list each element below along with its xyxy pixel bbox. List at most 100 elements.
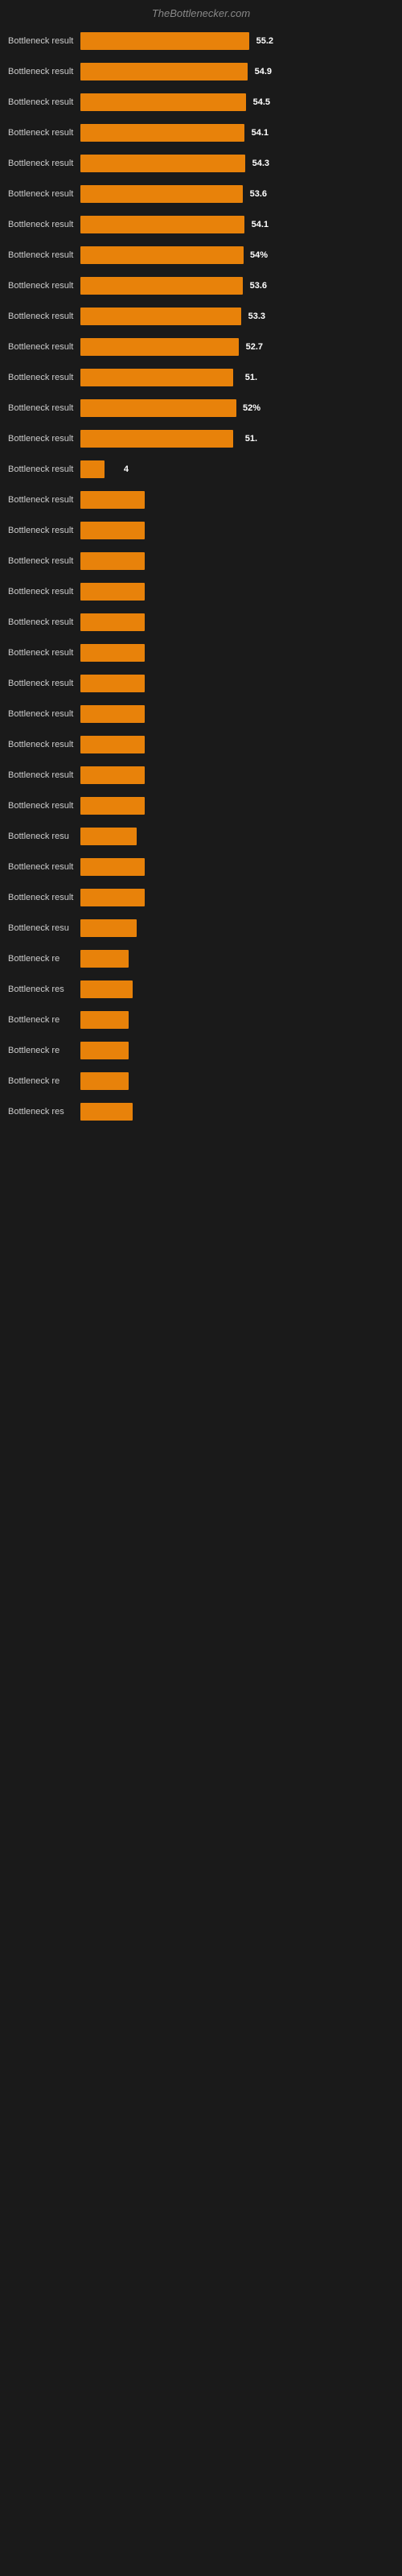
bar-label: Bottleneck result <box>8 617 80 627</box>
bar-fill <box>80 736 145 753</box>
bar-row: Bottleneck result54.5 <box>8 93 394 111</box>
page-header: TheBottlenecker.com <box>0 0 402 24</box>
bar-value: 52% <box>243 403 260 413</box>
bar-wrapper <box>80 858 394 876</box>
bar-row: Bottleneck result <box>8 583 394 601</box>
bar-spacer <box>8 972 394 980</box>
bar-spacer <box>8 667 394 675</box>
bar-wrapper <box>80 1042 394 1059</box>
bar-spacer <box>8 391 394 399</box>
bar-wrapper: 53.3 <box>80 308 394 325</box>
bar-fill: 53.3 <box>80 308 241 325</box>
bar-label: Bottleneck result <box>8 36 80 46</box>
bar-value: 53.6 <box>250 281 267 291</box>
bar-spacer <box>8 85 394 93</box>
bar-wrapper <box>80 766 394 784</box>
bar-label: Bottleneck result <box>8 312 80 321</box>
bar-label: Bottleneck result <box>8 862 80 872</box>
bar-wrapper <box>80 736 394 753</box>
bar-fill <box>80 552 145 570</box>
bar-label: Bottleneck result <box>8 220 80 229</box>
bar-value: 54.1 <box>252 220 269 229</box>
bar-fill: 54.1 <box>80 216 244 233</box>
bar-spacer <box>8 942 394 950</box>
bar-spacer <box>8 789 394 797</box>
bar-spacer <box>8 1095 394 1103</box>
bar-fill <box>80 766 145 784</box>
bar-fill: 53.6 <box>80 277 243 295</box>
bar-fill: 4 <box>80 460 105 478</box>
bar-fill <box>80 980 133 998</box>
bar-label: Bottleneck result <box>8 740 80 749</box>
chart-container: Bottleneck result55.2Bottleneck result54… <box>0 24 402 1133</box>
bar-row: Bottleneck result 55.2 <box>8 32 394 50</box>
bar-spacer <box>8 147 394 155</box>
bar-fill: 51. <box>80 430 233 448</box>
bar-fill: 54.5 <box>80 93 246 111</box>
bar-fill <box>80 797 145 815</box>
bar-row: Bottleneck result <box>8 797 394 815</box>
bar-label: Bottleneck re <box>8 954 80 964</box>
bar-label: Bottleneck result <box>8 250 80 260</box>
bar-row: Bottleneck result53.6 <box>8 277 394 295</box>
bar-value: 51. <box>245 373 257 382</box>
bar-row: Bottleneck result <box>8 766 394 784</box>
bar-label: Bottleneck result <box>8 342 80 352</box>
bar-wrapper: 54.1 <box>80 216 394 233</box>
bar-label: Bottleneck result <box>8 801 80 811</box>
bar-value: 54.9 <box>255 67 272 76</box>
bar-row: Bottleneck result53.3 <box>8 308 394 325</box>
bar-wrapper <box>80 552 394 570</box>
bar-label: Bottleneck result <box>8 281 80 291</box>
bar-wrapper: 52% <box>80 399 394 417</box>
bar-spacer <box>8 544 394 552</box>
bar-value: 55.2 <box>256 36 273 46</box>
bar-row: Bottleneck result <box>8 644 394 662</box>
bar-fill <box>80 1103 133 1121</box>
bar-label: Bottleneck result <box>8 587 80 597</box>
bar-fill: 54% <box>80 246 244 264</box>
bar-wrapper <box>80 1103 394 1121</box>
bar-fill <box>80 644 145 662</box>
bar-wrapper <box>80 889 394 906</box>
bar-wrapper <box>80 919 394 937</box>
bar-label: Bottleneck re <box>8 1076 80 1086</box>
bar-fill: 54.9 <box>80 63 248 80</box>
bar-row: Bottleneck result52% <box>8 399 394 417</box>
bar-label: Bottleneck re <box>8 1015 80 1025</box>
bar-value: 52.7 <box>246 342 263 352</box>
bar-row: Bottleneck result54% <box>8 246 394 264</box>
bar-fill <box>80 583 145 601</box>
bar-value: 54.5 <box>253 97 270 107</box>
bar-wrapper <box>80 950 394 968</box>
bar-wrapper: 54.3 <box>80 155 394 172</box>
bar-row: Bottleneck result51. <box>8 430 394 448</box>
bar-value: 53.3 <box>248 312 265 321</box>
bar-row: Bottleneck result <box>8 736 394 753</box>
bar-value: 53.6 <box>250 189 267 199</box>
bar-spacer <box>8 728 394 736</box>
bar-fill: 54.3 <box>80 155 245 172</box>
bar-row: Bottleneck result <box>8 491 394 509</box>
bar-fill <box>80 522 145 539</box>
bar-label: Bottleneck result <box>8 495 80 505</box>
bar-wrapper: 54.9 <box>80 63 394 80</box>
bar-wrapper: 54% <box>80 246 394 264</box>
bar-wrapper: 4 <box>80 460 394 478</box>
bar-wrapper: 53.6 <box>80 185 394 203</box>
bar-fill <box>80 858 145 876</box>
bar-wrapper <box>80 828 394 845</box>
bar-label: Bottleneck result <box>8 556 80 566</box>
bar-label: Bottleneck result <box>8 526 80 535</box>
bar-wrapper <box>80 980 394 998</box>
bar-spacer <box>8 177 394 185</box>
bar-spacer <box>8 330 394 338</box>
bar-label: Bottleneck resu <box>8 832 80 841</box>
bar-row: Bottleneck result51. <box>8 369 394 386</box>
bar-fill: 52.7 <box>80 338 239 356</box>
bar-spacer <box>8 514 394 522</box>
bar-spacer <box>8 361 394 369</box>
bar-wrapper <box>80 1011 394 1029</box>
bar-fill <box>80 889 145 906</box>
bar-spacer <box>8 422 394 430</box>
